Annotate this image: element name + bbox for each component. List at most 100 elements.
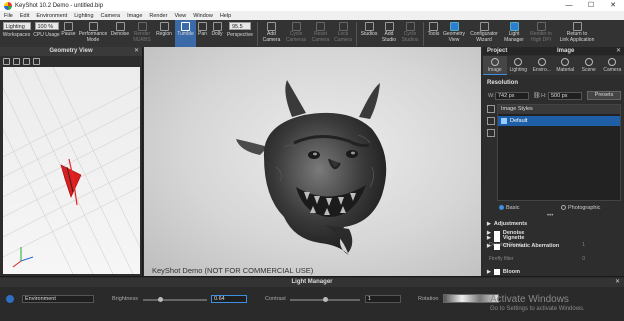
dolly-button[interactable]: Dolly: [209, 20, 225, 47]
adjustments-section[interactable]: ▶ Adjustments: [487, 220, 623, 229]
tumble-button[interactable]: Tumble: [175, 20, 196, 47]
chromatic-aberration-section[interactable]: ▶ Chromatic Aberration: [487, 242, 623, 251]
subtab-lighting[interactable]: Lighting: [507, 56, 531, 75]
brightness-slider[interactable]: [143, 299, 207, 301]
menu-camera[interactable]: Camera: [101, 13, 121, 19]
reset-camera-button[interactable]: Reset Camera: [309, 20, 332, 47]
fov-input[interactable]: 95.5: [229, 22, 251, 30]
mode-photographic-radio[interactable]: Photographic: [561, 205, 600, 211]
cycle-studios-label: Cycle Studios: [401, 31, 419, 43]
lock-ratio-icon[interactable]: ⛓: [533, 92, 541, 99]
rotation-label: Rotation: [418, 296, 439, 302]
menu-window[interactable]: Window: [193, 13, 213, 19]
return-icon: [572, 22, 582, 31]
contrast-slider-handle[interactable]: [323, 297, 328, 302]
more-options-icon[interactable]: •••: [547, 213, 553, 219]
performance-mode-button[interactable]: Performance Mode: [77, 20, 109, 47]
environment-name-field[interactable]: Environment: [22, 295, 94, 303]
subtab-material[interactable]: Material: [554, 56, 578, 75]
add-camera-button[interactable]: Add Camera: [260, 20, 283, 47]
workspaces-button[interactable]: Lighting Workspaces: [0, 20, 33, 47]
tools-button[interactable]: Tools: [426, 20, 441, 47]
subtab-camera[interactable]: Camera: [601, 56, 624, 75]
light-manager-button[interactable]: Light Manager: [501, 20, 527, 47]
render-viewport[interactable]: KeyShot Demo (NOT FOR COMMERCIAL USE): [144, 47, 481, 276]
scene-tree-icon[interactable]: [33, 57, 40, 65]
denoise-icon: [115, 22, 125, 31]
menu-help[interactable]: Help: [220, 13, 231, 19]
subtab-environment[interactable]: Enviro...: [530, 56, 554, 75]
lightbulb-icon: [514, 58, 523, 66]
menu-render[interactable]: Render: [149, 13, 167, 19]
mode-basic-radio[interactable]: Basic: [499, 205, 519, 211]
presets-button[interactable]: Presets: [587, 91, 621, 100]
workspace-select[interactable]: Lighting: [2, 22, 31, 30]
workspaces-label: Workspaces: [2, 32, 31, 38]
region-icon: [159, 22, 169, 31]
width-input[interactable]: 742 px: [495, 92, 529, 100]
image-styles-list: Image Styles Default: [497, 104, 621, 201]
add-studio-button[interactable]: Add Studio: [379, 20, 399, 47]
studios-button[interactable]: Studios: [359, 20, 379, 47]
maximize-button[interactable]: ☐: [580, 0, 602, 11]
bloom-section[interactable]: ▶ Bloom: [487, 268, 623, 276]
brightness-input[interactable]: 0.64: [211, 295, 247, 303]
cpu-usage-button[interactable]: 100 % CPU Usage: [33, 20, 60, 47]
add-camera-icon: [267, 22, 276, 31]
chromatic-aberration-checkbox[interactable]: [493, 243, 500, 250]
activate-windows-subtext: Go to Settings to activate Windows.: [490, 306, 585, 312]
tab-project[interactable]: Project: [483, 47, 553, 55]
duplicate-style-icon[interactable]: [487, 117, 495, 125]
toolbar-separator: [423, 22, 424, 46]
contrast-input[interactable]: 1: [365, 295, 401, 303]
settings-icon[interactable]: [3, 57, 10, 65]
material-icon: [561, 58, 570, 66]
geometry-view-button[interactable]: Geometry View: [441, 20, 467, 47]
perspective-button[interactable]: 95.5 Perspective: [225, 20, 255, 47]
menu-lighting[interactable]: Lighting: [74, 13, 93, 19]
camera-icon[interactable]: [13, 57, 20, 65]
bloom-checkbox[interactable]: [493, 269, 500, 275]
adjustments-label: Adjustments: [493, 221, 528, 227]
return-to-link-app-button[interactable]: Return to Link Application: [555, 20, 599, 47]
subtab-scene[interactable]: Scene: [577, 56, 601, 75]
pause-button[interactable]: Pause: [60, 20, 77, 47]
performance-mode-label: Performance Mode: [78, 31, 108, 43]
geometry-view-panel: Geometry View ✕: [0, 47, 143, 276]
cycle-cameras-button[interactable]: Cycle Cameras: [283, 20, 309, 47]
minimize-button[interactable]: —: [558, 0, 580, 11]
menu-file[interactable]: File: [4, 13, 13, 19]
subtab-material-label: Material: [556, 67, 575, 73]
list-item[interactable]: Default: [498, 116, 620, 126]
menu-image[interactable]: Image: [127, 13, 142, 19]
cpu-usage-select[interactable]: 100 %: [34, 22, 59, 30]
cycle-studios-button[interactable]: Cycle Studios: [399, 20, 421, 47]
denoise-button[interactable]: Denoise: [109, 20, 131, 47]
menu-environment[interactable]: Environment: [36, 13, 67, 19]
render-nurbs-button[interactable]: Render NURBS: [131, 20, 153, 47]
height-input[interactable]: 500 px: [548, 92, 582, 100]
image-icon: [490, 58, 499, 66]
firefly-filter-value[interactable]: 0: [582, 255, 585, 263]
configurator-wizard-button[interactable]: Configurator Wizard: [467, 20, 501, 47]
perspective-label: Perspective: [226, 32, 254, 38]
region-button[interactable]: Region: [153, 20, 175, 47]
pan-button[interactable]: Pan: [196, 20, 209, 47]
geometry-view-canvas[interactable]: [3, 67, 140, 274]
delete-style-icon[interactable]: [487, 129, 495, 137]
frame-icon[interactable]: [23, 57, 30, 65]
menu-edit[interactable]: Edit: [20, 13, 29, 19]
menu-view[interactable]: View: [174, 13, 186, 19]
close-project-panel-button[interactable]: ✕: [616, 47, 621, 55]
close-window-button[interactable]: ✕: [602, 0, 624, 11]
subtab-image[interactable]: Image: [483, 56, 507, 75]
add-style-icon[interactable]: [487, 105, 495, 113]
tab-image[interactable]: Image: [553, 47, 578, 55]
lock-camera-button[interactable]: Lock Camera: [332, 20, 354, 47]
close-light-manager-button[interactable]: ✕: [615, 278, 620, 287]
vignette-checkbox[interactable]: [493, 235, 500, 242]
tools-label: Tools: [427, 31, 440, 37]
render-high-dpi-button[interactable]: Render in High DPI: [527, 20, 555, 47]
close-geometry-view-button[interactable]: ✕: [134, 47, 139, 56]
brightness-slider-handle[interactable]: [158, 297, 163, 302]
